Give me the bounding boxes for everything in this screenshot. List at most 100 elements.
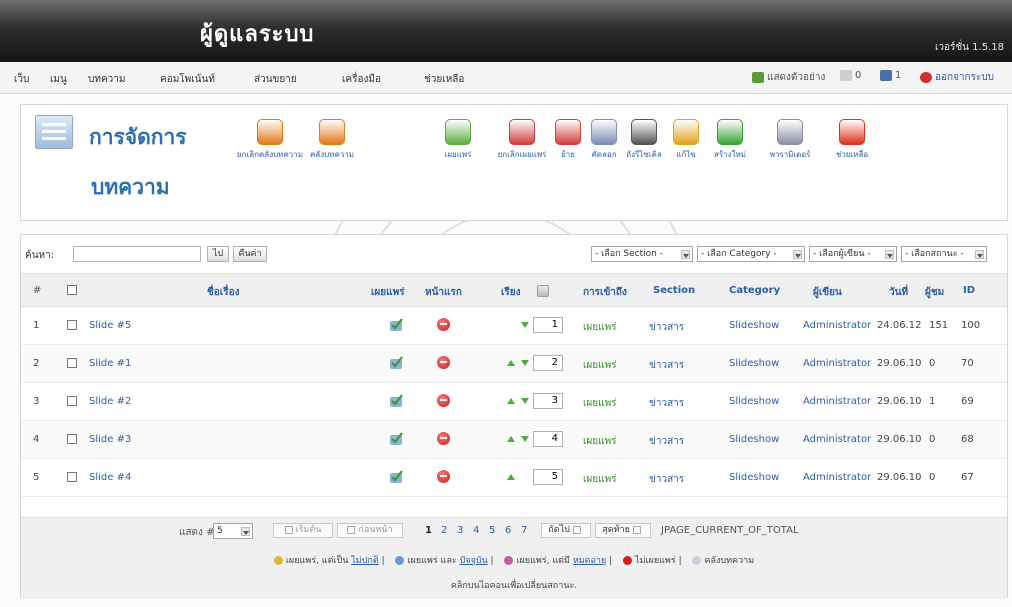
toolbar-button-unarchive[interactable]: ยกเลิกคลังบทความ xyxy=(235,119,305,161)
published-check-icon[interactable] xyxy=(389,431,404,446)
move-down-icon[interactable] xyxy=(521,360,529,366)
article-title-link[interactable]: Slide #3 xyxy=(89,434,131,445)
page-6[interactable]: 6 xyxy=(505,525,511,536)
start-page-button[interactable]: เริ่มต้น xyxy=(273,523,333,538)
category-link[interactable]: Slideshow xyxy=(729,434,779,445)
frontpage-status-icon[interactable] xyxy=(437,318,450,331)
menu-item-tools[interactable]: เครื่องมือ xyxy=(342,72,381,87)
section-link[interactable]: ข่าวสาร xyxy=(649,434,684,449)
row-checkbox[interactable] xyxy=(67,434,77,444)
page-4[interactable]: 4 xyxy=(473,525,479,536)
move-down-icon[interactable] xyxy=(521,398,529,404)
published-check-icon[interactable] xyxy=(389,355,404,370)
move-up-icon[interactable] xyxy=(507,474,515,480)
access-level-link[interactable]: เผยแพร่ xyxy=(583,358,617,373)
display-limit-select[interactable]: 5 xyxy=(213,523,253,539)
col-access[interactable]: การเข้าถึง xyxy=(583,285,627,300)
published-check-icon[interactable] xyxy=(389,469,404,484)
section-link[interactable]: ข่าวสาร xyxy=(649,396,684,411)
order-input[interactable]: 1 xyxy=(533,317,563,333)
toolbar-button-help[interactable]: ช่วยเหลือ xyxy=(817,119,887,161)
frontpage-status-icon[interactable] xyxy=(437,356,450,369)
menu-item-help[interactable]: ช่วยเหลือ xyxy=(424,72,464,87)
author-link[interactable]: Administrator xyxy=(803,358,871,369)
reset-button[interactable]: คืนค่า xyxy=(233,246,267,262)
select-all-checkbox[interactable] xyxy=(67,285,77,295)
toolbar-button-publish[interactable]: เผยแพร่ xyxy=(423,119,493,161)
author-link[interactable]: Administrator xyxy=(803,320,871,331)
order-input[interactable]: 2 xyxy=(533,355,563,371)
users-indicator[interactable]: 1 xyxy=(880,70,901,81)
page-7[interactable]: 7 xyxy=(521,525,527,536)
menu-item-components[interactable]: คอมโพเน้นท์ xyxy=(160,72,215,87)
menu-item-site[interactable]: เว็บ xyxy=(14,72,29,87)
author-link[interactable]: Administrator xyxy=(803,434,871,445)
order-input[interactable]: 5 xyxy=(533,469,563,485)
move-up-icon[interactable] xyxy=(507,360,515,366)
row-checkbox[interactable] xyxy=(67,320,77,330)
move-up-icon[interactable] xyxy=(507,398,515,404)
col-published[interactable]: เผยแพร่ xyxy=(371,285,405,300)
frontpage-status-icon[interactable] xyxy=(437,432,450,445)
menu-item-menus[interactable]: เมนู xyxy=(50,72,67,87)
section-link[interactable]: ข่าวสาร xyxy=(649,472,684,487)
article-title-link[interactable]: Slide #4 xyxy=(89,472,131,483)
next-page-button[interactable]: ถัดไป xyxy=(541,523,591,538)
page-5[interactable]: 5 xyxy=(489,525,495,536)
move-down-icon[interactable] xyxy=(521,322,529,328)
order-input[interactable]: 4 xyxy=(533,431,563,447)
category-link[interactable]: Slideshow xyxy=(729,396,779,407)
article-title-link[interactable]: Slide #2 xyxy=(89,396,131,407)
row-checkbox[interactable] xyxy=(67,472,77,482)
author-link[interactable]: Administrator xyxy=(803,396,871,407)
move-up-icon[interactable] xyxy=(507,436,515,442)
access-level-link[interactable]: เผยแพร่ xyxy=(583,434,617,449)
frontpage-status-icon[interactable] xyxy=(437,470,450,483)
col-title[interactable]: ชื่อเรื่อง xyxy=(207,285,239,300)
messages-indicator[interactable]: 0 xyxy=(840,70,861,81)
col-section[interactable]: Section xyxy=(653,285,695,296)
access-level-link[interactable]: เผยแพร่ xyxy=(583,320,617,335)
col-id[interactable]: ID xyxy=(963,285,975,296)
end-page-button[interactable]: สุดท้าย xyxy=(595,523,651,538)
page-1[interactable]: 1 xyxy=(425,525,432,536)
author-link[interactable]: Administrator xyxy=(803,472,871,483)
preview-link[interactable]: แสดงตัวอย่าง xyxy=(752,70,825,85)
row-checkbox[interactable] xyxy=(67,358,77,368)
search-input[interactable] xyxy=(73,246,201,262)
row-checkbox[interactable] xyxy=(67,396,77,406)
go-button[interactable]: ไป xyxy=(207,246,229,262)
author-filter-select[interactable]: - เลือกผู้เขียน - xyxy=(809,246,897,262)
page-2[interactable]: 2 xyxy=(441,525,447,536)
article-title-link[interactable]: Slide #1 xyxy=(89,358,131,369)
published-check-icon[interactable] xyxy=(389,393,404,408)
section-filter-select[interactable]: - เลือก Section - xyxy=(591,246,693,262)
logout-link[interactable]: ออกจากระบบ xyxy=(920,70,994,85)
published-check-icon[interactable] xyxy=(389,317,404,332)
col-hits[interactable]: ผู้ชม xyxy=(925,285,944,300)
state-filter-select[interactable]: - เลือกสถานะ - xyxy=(901,246,987,262)
col-author[interactable]: ผู้เขียน xyxy=(813,285,842,300)
col-date[interactable]: วันที่ xyxy=(889,285,908,300)
col-frontpage[interactable]: หน้าแรก xyxy=(425,285,462,300)
col-order[interactable]: เรียง xyxy=(501,285,521,300)
menu-item-extensions[interactable]: ส่วนขยาย xyxy=(254,72,297,87)
order-input[interactable]: 3 xyxy=(533,393,563,409)
section-link[interactable]: ข่าวสาร xyxy=(649,320,684,335)
section-link[interactable]: ข่าวสาร xyxy=(649,358,684,373)
menu-item-content[interactable]: บทความ xyxy=(88,72,125,87)
move-down-icon[interactable] xyxy=(521,436,529,442)
category-link[interactable]: Slideshow xyxy=(729,320,779,331)
access-level-link[interactable]: เผยแพร่ xyxy=(583,396,617,411)
frontpage-status-icon[interactable] xyxy=(437,394,450,407)
toolbar-button-params[interactable]: พารามิเตอร์ xyxy=(755,119,825,161)
prev-page-button[interactable]: ก่อนหน้า xyxy=(337,523,403,538)
page-3[interactable]: 3 xyxy=(457,525,463,536)
toolbar-button-archive[interactable]: คลังบทความ xyxy=(297,119,367,161)
access-level-link[interactable]: เผยแพร่ xyxy=(583,472,617,487)
category-link[interactable]: Slideshow xyxy=(729,358,779,369)
category-filter-select[interactable]: - เลือก Category - xyxy=(697,246,805,262)
article-title-link[interactable]: Slide #5 xyxy=(89,320,131,331)
category-link[interactable]: Slideshow xyxy=(729,472,779,483)
col-category[interactable]: Category xyxy=(729,285,780,296)
